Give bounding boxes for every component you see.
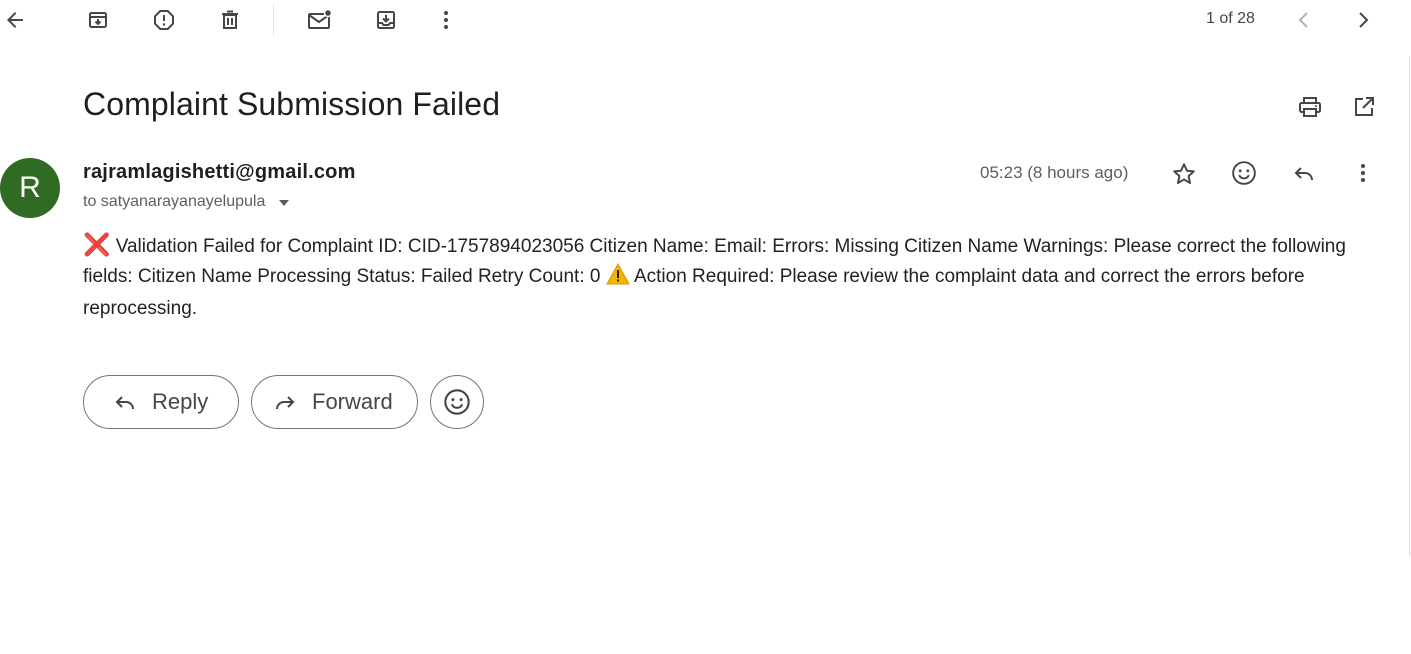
scrollbar-track[interactable] (1409, 56, 1410, 556)
forward-button[interactable]: Forward (251, 375, 418, 429)
chevron-left-icon (1298, 12, 1308, 28)
add-reaction-button[interactable] (1224, 153, 1264, 193)
toolbar-divider (273, 4, 274, 36)
back-arrow-icon (7, 12, 23, 28)
report-spam-button[interactable] (144, 0, 184, 40)
move-to-button[interactable] (366, 0, 406, 40)
report-spam-icon (154, 10, 174, 30)
recipient-details-dropdown[interactable] (279, 200, 290, 206)
reply-icon (1294, 167, 1313, 181)
email-timestamp: 05:23 (8 hours ago) (980, 163, 1129, 182)
recipient-label: to satyanarayanayelupula (83, 193, 266, 210)
more-vert-icon (444, 11, 448, 29)
warning-icon (605, 262, 630, 295)
newer-button[interactable] (1284, 0, 1324, 40)
mark-unread-icon (308, 8, 333, 29)
reply-label: Reply (152, 389, 209, 414)
avatar[interactable]: R (0, 158, 60, 218)
recipient-row: to satyanarayanayelupula (83, 193, 290, 211)
chevron-right-icon (1359, 12, 1369, 28)
cross-mark-icon: ❌ (83, 232, 111, 257)
emoji-icon (1232, 161, 1256, 185)
reply-icon (112, 390, 138, 414)
star-icon (1173, 163, 1195, 184)
star-button[interactable] (1164, 154, 1204, 194)
sender-address[interactable]: rajramlagishetti@gmail.com (83, 161, 356, 184)
mark-unread-button[interactable] (300, 0, 340, 40)
more-options-button[interactable] (426, 0, 466, 40)
reply-icon-button[interactable] (1284, 153, 1324, 193)
page-count: 1 of 28 (1206, 10, 1255, 27)
forward-icon (272, 390, 298, 414)
reply-button[interactable]: Reply (83, 375, 239, 429)
older-button[interactable] (1343, 0, 1383, 40)
more-vert-icon (1361, 164, 1365, 182)
open-new-window-button[interactable] (1344, 87, 1384, 127)
move-to-icon (377, 11, 395, 29)
email-body: ❌ Validation Failed for Complaint ID: CI… (83, 230, 1388, 324)
print-button[interactable] (1290, 87, 1330, 127)
email-subject: Complaint Submission Failed (83, 86, 501, 122)
back-button[interactable] (0, 0, 35, 40)
delete-icon (222, 10, 238, 29)
emoji-reaction-button[interactable] (430, 375, 484, 429)
message-more-button[interactable] (1343, 153, 1383, 193)
print-icon (1299, 97, 1321, 117)
forward-label: Forward (312, 389, 393, 414)
open-in-new-icon (1355, 97, 1374, 116)
emoji-icon (444, 389, 470, 415)
archive-icon (89, 12, 107, 28)
delete-button[interactable] (210, 0, 250, 40)
archive-button[interactable] (78, 0, 118, 40)
